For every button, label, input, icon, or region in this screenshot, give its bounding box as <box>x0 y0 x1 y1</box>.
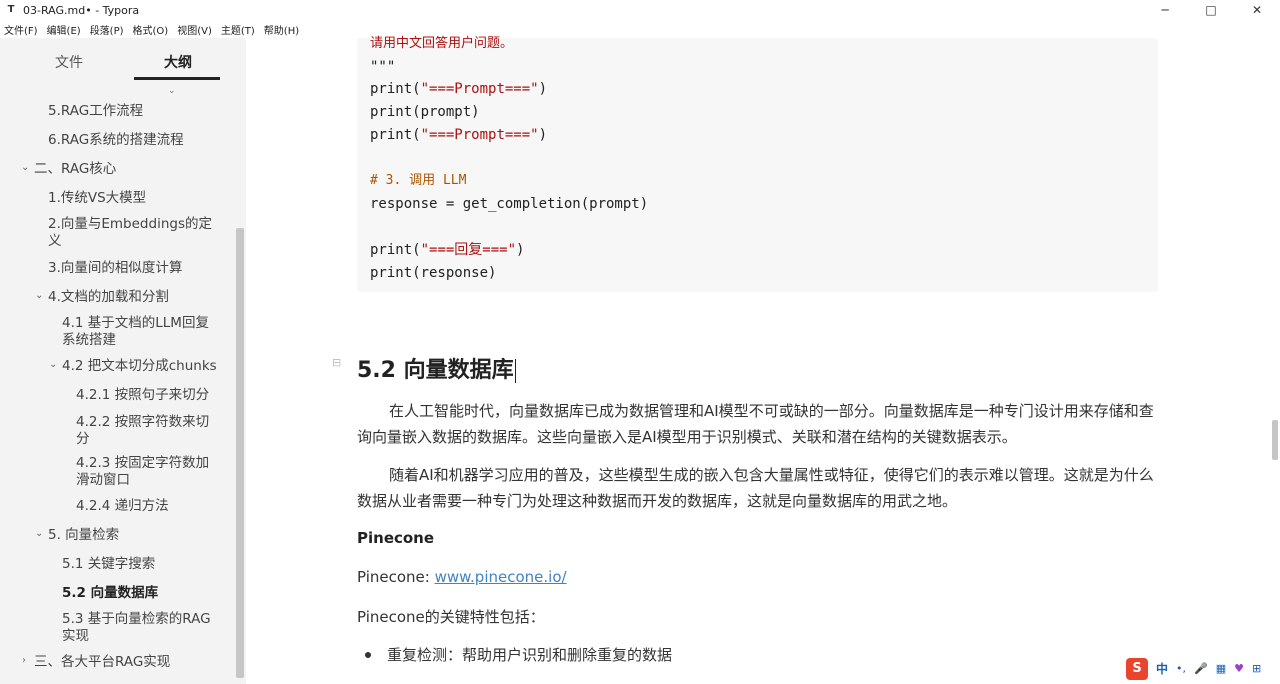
code-comment: # 3. 调用 LLM <box>370 173 467 188</box>
code-line: response = get_completion(prompt) <box>370 196 649 212</box>
editor-scrollbar[interactable] <box>1272 420 1278 460</box>
code-block[interactable]: 请用中文回答用户问题。 """ print("===Prompt===") pr… <box>357 36 1158 292</box>
outline-item[interactable]: 4.2 把文本切分成chunks <box>62 358 217 375</box>
outline-item[interactable]: 5.1 关键字搜索 <box>62 556 155 573</box>
code-token: print <box>370 127 413 143</box>
code-string: "===回复===" <box>420 242 517 258</box>
menu-bar: 文件(F) 编辑(E) 段落(P) 格式(O) 视图(V) 主题(T) 帮助(H… <box>0 20 308 38</box>
code-string: "===Prompt===" <box>420 127 539 143</box>
close-button[interactable]: ✕ <box>1234 0 1280 20</box>
bullet-item[interactable]: 重复检测：帮助用户识别和删除重复的数据 <box>387 644 672 665</box>
chevron-down-icon[interactable]: ⌄ <box>35 290 43 301</box>
code-line: 请用中文回答用户问题。 <box>370 36 514 51</box>
title-bar: T 03-RAG.md• - Typora ─ □ ✕ <box>0 0 1280 20</box>
menu-help[interactable]: 帮助(H) <box>264 22 299 37</box>
outline-item-active[interactable]: 5.2 向量数据库 <box>62 585 158 602</box>
outline-item[interactable]: 4.2.2 按照字符数来切分 <box>76 414 216 448</box>
outline-item[interactable]: 三、各大平台RAG实现 <box>34 654 170 671</box>
outline-item[interactable]: 1.传统VS大模型 <box>48 190 146 207</box>
tab-outline[interactable]: 大纲 <box>164 52 192 72</box>
heading-anchor-icon[interactable]: ⊟ <box>332 356 341 369</box>
outline-item[interactable]: 5.3 基于向量检索的RAG实现 <box>62 611 222 645</box>
outline-item[interactable]: 2.向量与Embeddings的定义 <box>48 216 218 250</box>
bullet-icon <box>365 652 371 658</box>
outline-item[interactable]: 5. 向量检索 <box>48 527 119 544</box>
microphone-icon[interactable]: 🎤 <box>1194 662 1208 675</box>
paragraph[interactable]: 在人工智能时代，向量数据库已成为数据管理和AI模型不可或缺的一部分。向量数据库是… <box>357 398 1163 450</box>
section-heading[interactable]: 5.2 向量数据库 <box>357 352 516 384</box>
pinecone-link-line: Pinecone: www.pinecone.io/ <box>357 568 567 586</box>
ime-toolbar: S 中 •, 🎤 ▦ ♥ ⊞ <box>1122 655 1280 682</box>
code-line: print(response) <box>370 265 497 281</box>
code-line: print("===Prompt===") <box>370 127 548 143</box>
outline-item[interactable]: 3.向量间的相似度计算 <box>48 260 182 277</box>
sidebar-scrollbar[interactable] <box>236 228 244 678</box>
code-token: print <box>370 81 413 97</box>
code-line: """ <box>370 59 396 75</box>
keyboard-icon[interactable]: ▦ <box>1216 662 1226 675</box>
code-token: print <box>370 242 413 258</box>
pinecone-title: Pinecone <box>357 529 435 547</box>
ime-mode[interactable]: 中 <box>1156 660 1168 677</box>
menu-format[interactable]: 格式(O) <box>133 22 169 37</box>
code-string: "===Prompt===" <box>420 81 539 97</box>
punctuation-icon[interactable]: •, <box>1176 662 1186 675</box>
chevron-down-icon[interactable]: ⌄ <box>49 359 57 370</box>
sidebar: 文件 大纲 ⌄ 5.RAG工作流程 6.RAG系统的搭建流程 ⌄ 二、RAG核心… <box>0 38 246 684</box>
menu-theme[interactable]: 主题(T) <box>221 22 255 37</box>
section-heading-text: 5.2 向量数据库 <box>357 358 514 383</box>
outline-item[interactable]: 4.文档的加载和分割 <box>48 289 169 306</box>
paragraph-text: 随着AI和机器学习应用的普及，这些模型生成的嵌入包含大量属性或特征，使得它们的表… <box>357 466 1154 510</box>
paragraph-text: 在人工智能时代，向量数据库已成为数据管理和AI模型不可或缺的一部分。向量数据库是… <box>357 402 1154 446</box>
sogou-logo-icon[interactable]: S <box>1126 657 1148 680</box>
chevron-right-icon[interactable]: › <box>22 655 26 666</box>
collapsed-marker-icon: ⌄ <box>168 86 176 96</box>
active-tab-indicator <box>134 77 220 80</box>
outline-item[interactable]: 4.2.4 递归方法 <box>76 498 169 515</box>
outline-item[interactable]: 5.RAG工作流程 <box>48 103 143 120</box>
skin-icon[interactable]: ♥ <box>1234 662 1244 675</box>
editor[interactable]: 请用中文回答用户问题。 """ print("===Prompt===") pr… <box>246 36 1280 684</box>
window-title: 03-RAG.md• - Typora <box>23 3 140 17</box>
paragraph[interactable]: 随着AI和机器学习应用的普及，这些模型生成的嵌入包含大量属性或特征，使得它们的表… <box>357 462 1163 514</box>
minimize-button[interactable]: ─ <box>1142 0 1188 20</box>
code-line: print("===回复===") <box>370 242 525 258</box>
pinecone-prefix: Pinecone: <box>357 568 435 586</box>
code-line: print("===Prompt===") <box>370 81 548 97</box>
chevron-down-icon[interactable]: ⌄ <box>21 162 29 173</box>
outline-item[interactable]: 6.RAG系统的搭建流程 <box>48 132 184 149</box>
pinecone-link[interactable]: www.pinecone.io/ <box>435 568 567 586</box>
tab-files[interactable]: 文件 <box>55 52 83 72</box>
menu-paragraph[interactable]: 段落(P) <box>90 22 124 37</box>
menu-edit[interactable]: 编辑(E) <box>47 22 81 37</box>
outline-item[interactable]: 4.2.1 按照句子来切分 <box>76 387 209 404</box>
outline-item[interactable]: 4.2.3 按固定字符数加滑动窗口 <box>76 455 216 489</box>
typora-app-icon: T <box>7 4 15 15</box>
maximize-button[interactable]: □ <box>1188 0 1234 20</box>
outline-item[interactable]: 4.1 基于文档的LLM回复系统搭建 <box>62 315 222 349</box>
chevron-down-icon[interactable]: ⌄ <box>35 528 43 539</box>
menu-file[interactable]: 文件(F) <box>4 22 38 37</box>
menu-view[interactable]: 视图(V) <box>177 22 212 37</box>
outline-item[interactable]: 二、RAG核心 <box>34 161 116 178</box>
toolbox-icon[interactable]: ⊞ <box>1252 662 1261 675</box>
pinecone-features: Pinecone的关键特性包括： <box>357 608 545 626</box>
code-line: print(prompt) <box>370 104 480 120</box>
text-cursor <box>514 359 516 383</box>
sidebar-tabs: 文件 大纲 <box>0 38 246 84</box>
